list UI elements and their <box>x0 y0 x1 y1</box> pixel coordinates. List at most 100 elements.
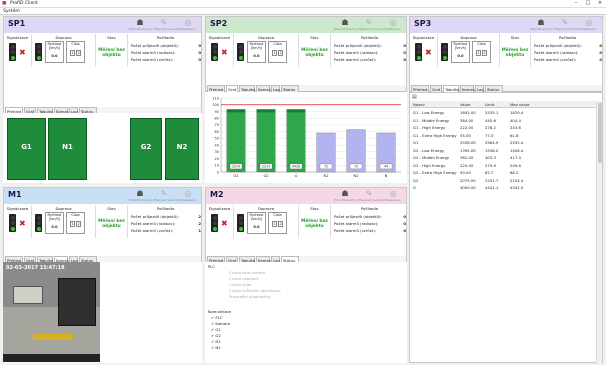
table-cell: 225.00 <box>460 162 474 168</box>
tab-status-hw[interactable]: Status HW <box>281 85 299 97</box>
speed-box: Rychlost [km/h] 0.0 <box>247 212 266 234</box>
table-scrollbar[interactable] <box>596 101 602 363</box>
table-cell: G <box>413 185 416 190</box>
table-cell: 59.00 <box>460 170 471 175</box>
table-cell: 445.6 <box>485 117 496 123</box>
panel-tabs: PřehledGrafTabulkaKameraLogStatus HW <box>410 85 602 97</box>
y-tick-label: 90 <box>215 110 219 114</box>
table-cell: 404.4 <box>510 117 521 123</box>
table-row[interactable]: G1 - Middle Energy 364.00 445.6 404.4 <box>412 117 600 124</box>
settings-button[interactable]: ◎ Nastavení <box>578 18 600 32</box>
table-cell: 4441.1 <box>485 185 499 190</box>
tab-log[interactable]: Log <box>475 85 484 92</box>
table-row[interactable]: G2 - High Energy 225.00 279.9 249.6 <box>412 162 600 169</box>
switch-button[interactable]: ✎ Přepnout budovat <box>358 189 385 203</box>
maximize-button[interactable]: □ <box>582 0 594 8</box>
tab-tabulka[interactable]: Tabulka <box>443 85 459 92</box>
tab-tabulka[interactable]: Tabulka <box>239 85 255 92</box>
table-row[interactable]: G1 - Extra High Energy 55.00 77.0 61.8 <box>412 132 600 139</box>
tab-kamera[interactable]: Kamera <box>460 85 477 92</box>
m2-status-hw: PLC Chyba komunikace Chyba napájení Chyba … <box>205 262 407 363</box>
col-max[interactable]: Max value <box>510 102 529 107</box>
col-name[interactable]: Název <box>413 102 425 107</box>
y-tick-label: 20 <box>215 157 219 161</box>
pocitadla-box: Počítadla Počet průjezdů (objektů): 0 Počet… <box>334 206 406 233</box>
minimize-button[interactable]: – <box>570 0 582 8</box>
counter-label: Počet průjezdů (objektů): <box>334 214 382 219</box>
counter-label: Počet alarmů (vzrůst): <box>131 228 174 233</box>
table-row[interactable]: G1 2558.00 2984.9 2592.4 <box>412 139 600 146</box>
confirm-alarms-button[interactable]: ☗ Potvrdit alarmy <box>129 18 152 32</box>
x-tick-label: N <box>385 174 388 178</box>
muted-sound-icon: ✖ <box>425 48 432 57</box>
confirm-alarms-icon: ☗ <box>341 18 349 27</box>
tab-přehled[interactable]: Přehled <box>411 85 429 92</box>
table-row[interactable]: G2 2075.00 2251.7 2154.4 <box>412 177 600 184</box>
table-cell: 77.0 <box>485 132 494 138</box>
y-tick-label: 110 <box>212 96 219 100</box>
check-icon: ✔ <box>211 333 215 338</box>
komunikace-item: ✔ PLC <box>211 315 223 320</box>
tab-graf[interactable]: Graf <box>226 85 238 92</box>
settings-button[interactable]: ◎ Nastavení <box>382 189 404 203</box>
settings-button[interactable]: ◎ Nastavení <box>177 189 199 203</box>
export-icon[interactable]: ▤ <box>412 94 417 100</box>
counter-value: 0 <box>403 214 406 219</box>
switch-icon: ✎ <box>365 189 373 198</box>
table-row[interactable]: G1 - High Energy 222.00 278.2 243.6 <box>412 124 600 131</box>
komunikace-title: Komunikace <box>208 309 232 314</box>
counter-value: 0 <box>599 57 602 62</box>
x-tick-label: N2 <box>354 174 359 178</box>
counter-label: Počet průjezdů (objektů): <box>534 43 582 48</box>
switch-button[interactable]: ✎ Přepnout budovat <box>554 18 581 32</box>
stav-value: Měření bez objektu <box>301 48 328 58</box>
menu-item-system[interactable]: Systém <box>3 9 20 14</box>
switch-button[interactable]: ✎ Přepnout budovat <box>153 18 180 32</box>
table-cell: 4000.00 <box>460 185 476 190</box>
tab-status-hw[interactable]: Status HW <box>485 85 503 97</box>
tab-graf[interactable]: Graf <box>430 85 442 92</box>
counter-label: Počet alarmů (radioac): <box>334 221 379 226</box>
pocitadla-box: Počítadla Počet průjezdů (objektů): 0 Počet… <box>534 35 602 62</box>
confirm-alarms-button[interactable]: ☗ Potvrdit alarmy <box>530 18 553 32</box>
scrollbar-thumb[interactable] <box>598 103 602 163</box>
data-label: 4428 <box>292 165 300 169</box>
table-cell: G2 - Low Energy <box>413 147 445 153</box>
col-limit[interactable]: Limit <box>485 102 494 107</box>
table-row[interactable]: G1 - Low Energy 1892.00 2535.1 1829.4 <box>412 109 600 116</box>
table-row[interactable]: G 4000.00 4441.1 4342.0 <box>412 184 600 191</box>
counter-value: 0 <box>599 43 602 48</box>
switch-button[interactable]: ✎ Přepnout budovat <box>153 189 180 203</box>
signalizace-box: Signalizace ✖ <box>410 34 438 67</box>
panel-m1: M1 ☗ Potvrdit alarmy ✎ Přepnout budovat ◎ Nast… <box>3 187 202 268</box>
panel-name: SP3 <box>414 19 432 28</box>
counter-label: Počet alarmů (vzrůst): <box>334 57 377 62</box>
confirm-alarms-button[interactable]: ☗ Potvrdit alarmy <box>334 189 357 203</box>
tab-kamera[interactable]: Kamera <box>256 85 273 92</box>
confirm-alarms-button[interactable]: ☗ Potvrdit alarmy <box>334 18 357 32</box>
sp3-table-area: ▤ Název Value Limit Max value G1 - Low E… <box>409 92 603 363</box>
col-value[interactable]: Value <box>460 102 470 107</box>
switch-icon: ✎ <box>160 18 168 27</box>
status-row: Signalizace ✖ Doprava Rychlost [km/h] 0.0 Čís… <box>206 34 406 67</box>
stav-box: Stav Měření bez objektu <box>500 34 531 67</box>
tab-log[interactable]: Log <box>271 85 280 92</box>
tab-přehled[interactable]: Přehled <box>207 85 225 92</box>
settings-button[interactable]: ◎ Nastavení <box>177 18 199 32</box>
table-cell: 278.2 <box>485 125 496 130</box>
table-row[interactable]: G2 - Low Energy 1395.00 1538.0 1456.4 <box>412 147 600 154</box>
confirm-alarms-button[interactable]: ☗ Potvrdit alarmy <box>129 189 152 203</box>
y-tick-label: 30 <box>215 150 219 154</box>
table-cell: 279.9 <box>485 162 496 168</box>
table-row[interactable]: G2 - Middle Energy 382.00 403.3 417.4 <box>412 154 600 161</box>
table-row[interactable]: G2 - Extra High Energy 59.00 82.7 68.2 <box>412 169 600 176</box>
close-button[interactable]: × <box>594 0 606 8</box>
stav-box: Stav Měření bez objektu <box>96 34 128 67</box>
check-icon: ✔ <box>211 339 215 344</box>
sp1-overview: G1 N1 G2 N2 <box>3 113 202 183</box>
switch-button[interactable]: ✎ Přepnout budovat <box>358 18 385 32</box>
counter-value: 0 <box>198 57 201 62</box>
y-tick-label: 60 <box>215 130 219 134</box>
settings-button[interactable]: ◎ Nastavení <box>382 18 404 32</box>
counter-value: 1 <box>198 228 201 233</box>
